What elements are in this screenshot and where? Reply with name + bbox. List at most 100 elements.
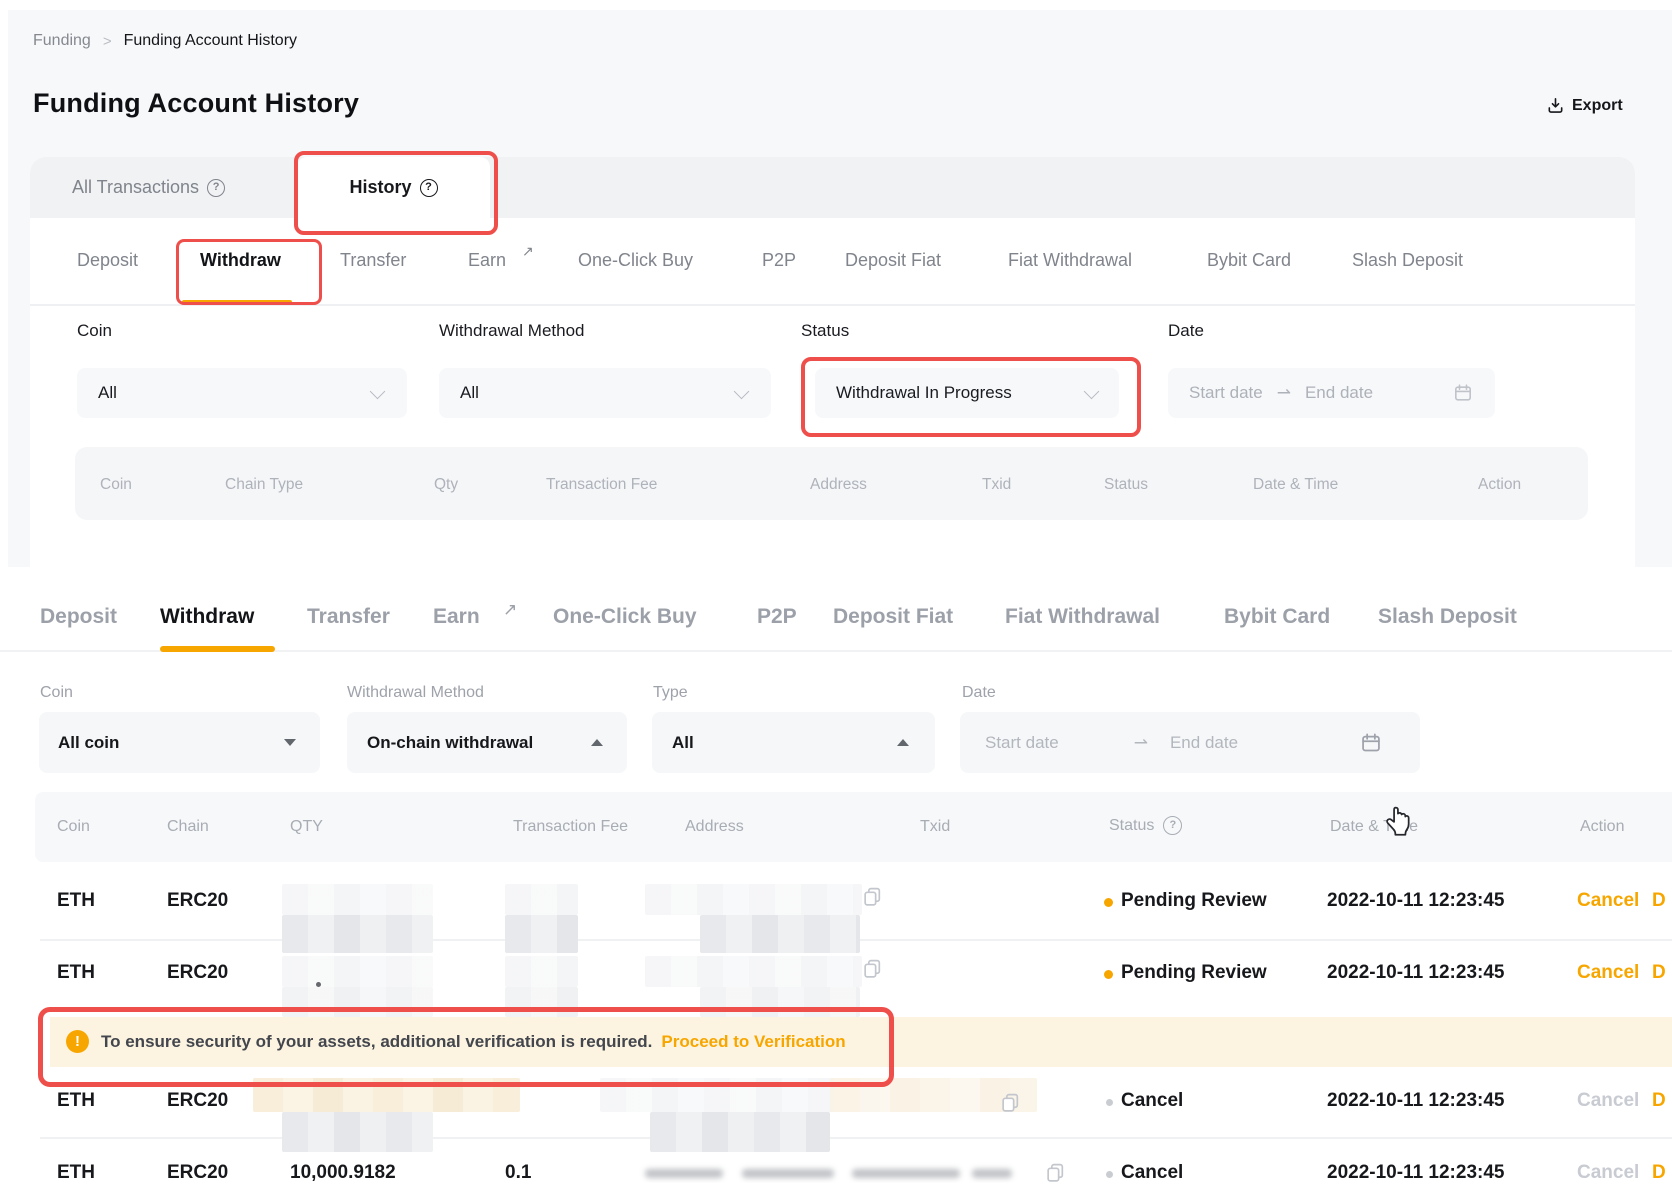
more-action-clipped[interactable]: D [1652, 962, 1666, 984]
subtab-deposit-fiat[interactable]: Deposit Fiat [845, 250, 941, 271]
date-range-arrow-icon: ⇀ [1277, 383, 1291, 403]
col2-status-wrap: Status ? [1109, 816, 1182, 835]
question-circle-icon: ? [420, 179, 438, 197]
chevron-down-icon [734, 383, 750, 399]
breadcrumb: Funding > Funding Account History [33, 32, 297, 50]
cancel-action[interactable]: Cancel [1577, 890, 1639, 912]
more-action-clipped[interactable]: D [1652, 1162, 1666, 1183]
coin-select[interactable]: All [77, 368, 407, 418]
copy-icon[interactable] [862, 886, 883, 907]
status-dot-cancel [1106, 1099, 1113, 1106]
more-action-clipped[interactable]: D [1652, 890, 1666, 912]
row-chain: ERC20 [167, 890, 228, 912]
row-datetime: 2022-10-11 12:23:45 [1327, 1090, 1504, 1112]
row-coin: ETH [57, 962, 95, 984]
subtab-deposit[interactable]: Deposit [77, 250, 138, 271]
tab2-transfer[interactable]: Transfer [307, 605, 390, 629]
filter-label-status: Status [801, 321, 849, 341]
row-status: Cancel [1121, 1162, 1183, 1183]
withdrawal-method-value: All [460, 383, 479, 403]
tab2-p2p[interactable]: P2P [757, 605, 797, 629]
breadcrumb-funding[interactable]: Funding [33, 32, 91, 50]
redacted-qty [282, 956, 433, 987]
table2-header-band [35, 792, 1672, 862]
date-range-arrow-icon: ⇀ [1134, 733, 1148, 753]
filter-label-coin: Coin [77, 321, 112, 341]
mouse-cursor-pointer [1383, 806, 1411, 839]
col2-status: Status [1109, 817, 1154, 835]
row-status: Pending Review [1121, 962, 1267, 984]
banner-content: To ensure security of your assets, addit… [101, 1017, 846, 1067]
filter2-label-type: Type [653, 684, 688, 702]
status-select[interactable]: Withdrawal In Progress [815, 368, 1119, 418]
export-label: Export [1572, 97, 1623, 115]
subtab-earn[interactable]: Earn [468, 250, 506, 271]
tab2-bybit-card[interactable]: Bybit Card [1224, 605, 1330, 629]
proceed-to-verification-link[interactable]: Proceed to Verification [661, 1032, 845, 1052]
caret-up-icon [591, 739, 603, 746]
caret-up-icon [897, 739, 909, 746]
coin-select-2-value: All coin [58, 733, 119, 753]
subtab-fiat-withdrawal[interactable]: Fiat Withdrawal [1008, 250, 1132, 271]
tab2-earn[interactable]: Earn [433, 605, 480, 629]
end-date-placeholder: End date [1305, 383, 1373, 403]
end-date-placeholder-2: End date [1170, 733, 1238, 753]
row-chain: ERC20 [167, 962, 228, 984]
col-address: Address [810, 476, 867, 494]
more-action-clipped[interactable]: D [1652, 1090, 1666, 1112]
row-chain: ERC20 [167, 1162, 228, 1183]
question-circle-icon: ? [207, 179, 225, 197]
row-coin: ETH [57, 890, 95, 912]
redaction-artifact [316, 982, 321, 987]
redacted-address [650, 1112, 830, 1152]
funding-account-history-page: Funding > Funding Account History Fundin… [0, 0, 1672, 1204]
tab2-withdraw[interactable]: Withdraw [160, 605, 254, 629]
row-datetime: 2022-10-11 12:23:45 [1327, 890, 1504, 912]
chevron-down-icon [1084, 383, 1100, 399]
export-button[interactable]: Export [1546, 96, 1623, 115]
withdrawal-method-select[interactable]: All [439, 368, 771, 418]
tab-history[interactable]: History ? [297, 157, 490, 218]
cancel-action-disabled: Cancel [1577, 1162, 1639, 1183]
subtab-slash-deposit[interactable]: Slash Deposit [1352, 250, 1463, 271]
row-status: Cancel [1121, 1090, 1183, 1112]
redacted-txid-text [742, 1169, 834, 1178]
withdrawal-method-2-value: On-chain withdrawal [367, 733, 533, 753]
col2-address: Address [685, 818, 744, 836]
withdrawal-method-select-2[interactable]: On-chain withdrawal [347, 712, 627, 773]
page-title: Funding Account History [33, 88, 359, 119]
col2-transaction-fee: Transaction Fee [513, 818, 628, 836]
tab2-one-click-buy[interactable]: One-Click Buy [553, 605, 697, 629]
subtab-p2p[interactable]: P2P [762, 250, 796, 271]
tab-all-transactions[interactable]: All Transactions ? [72, 177, 225, 198]
redacted-qty [282, 884, 433, 915]
filter-label-withdrawal-method: Withdrawal Method [439, 321, 585, 341]
date-range-picker-2[interactable]: Start date ⇀ End date [960, 712, 1420, 773]
status-select-value: Withdrawal In Progress [836, 383, 1012, 403]
breadcrumb-separator-icon: > [103, 33, 112, 50]
subtab-one-click-buy[interactable]: One-Click Buy [578, 250, 693, 271]
redacted-address [645, 884, 862, 915]
warning-icon: ! [66, 1030, 89, 1053]
date-range-picker[interactable]: Start date ⇀ End date [1168, 368, 1495, 418]
coin-select-2[interactable]: All coin [39, 712, 320, 773]
tab2-slash-deposit[interactable]: Slash Deposit [1378, 605, 1517, 629]
redacted-fee [505, 915, 578, 953]
col-chain-type: Chain Type [225, 476, 303, 494]
tab2-deposit[interactable]: Deposit [40, 605, 117, 629]
copy-icon[interactable] [862, 958, 883, 979]
subtab-transfer[interactable]: Transfer [340, 250, 406, 271]
subtab-bybit-card[interactable]: Bybit Card [1207, 250, 1291, 271]
tab2-fiat-withdrawal[interactable]: Fiat Withdrawal [1005, 605, 1160, 629]
withdraw-active-underline [182, 300, 292, 304]
type-select-2[interactable]: All [652, 712, 935, 773]
copy-icon[interactable] [1045, 1162, 1066, 1183]
tab2-deposit-fiat[interactable]: Deposit Fiat [833, 605, 953, 629]
external-link-icon: ↗ [522, 243, 534, 260]
copy-icon[interactable] [1000, 1092, 1021, 1113]
cancel-action[interactable]: Cancel [1577, 962, 1639, 984]
tab-history-label: History [349, 177, 411, 198]
redacted-address [645, 956, 862, 987]
chevron-down-icon [370, 383, 386, 399]
subtab-withdraw[interactable]: Withdraw [200, 250, 281, 271]
